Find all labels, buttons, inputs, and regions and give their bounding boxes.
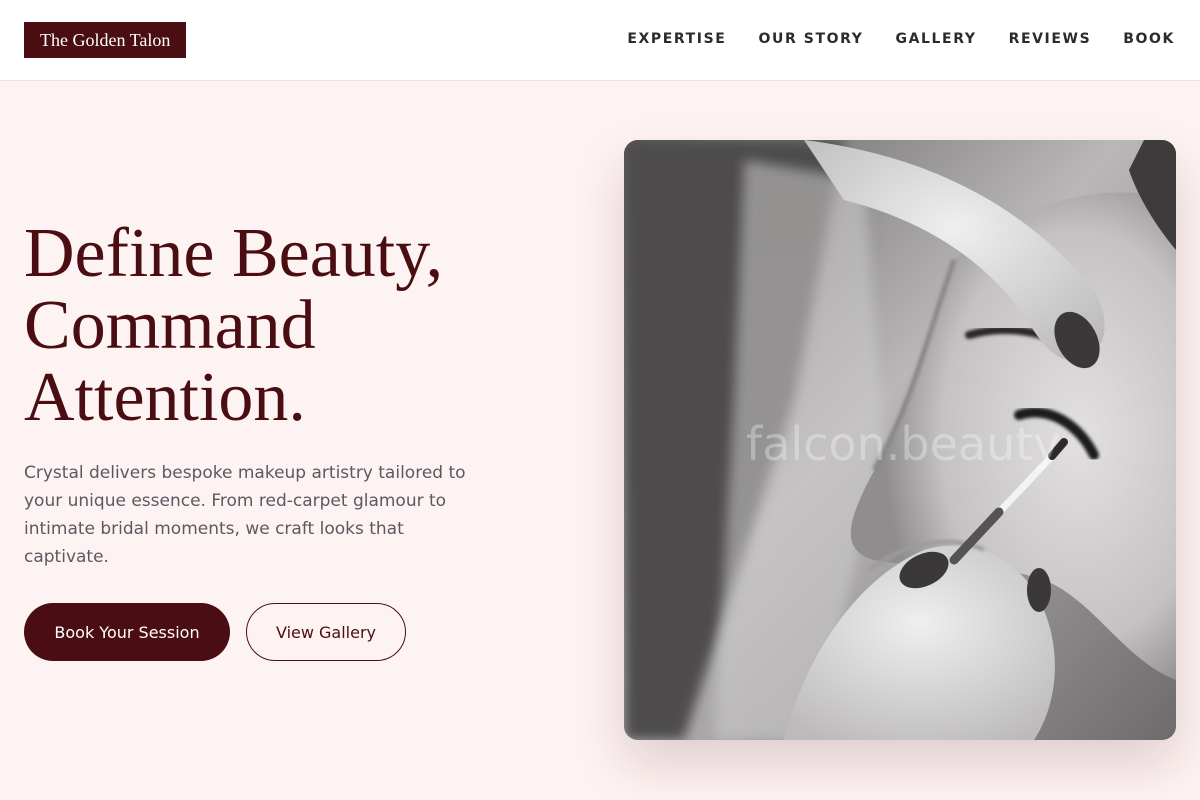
hero-title-line-1: Define Beauty, xyxy=(24,215,444,292)
hero-title-line-2: Command xyxy=(24,287,316,364)
brand-logo[interactable]: The Golden Talon xyxy=(24,22,187,58)
hero-title-line-3: Attention. xyxy=(24,359,306,436)
nav-link-reviews[interactable]: REVIEWS xyxy=(1009,29,1092,49)
view-gallery-button[interactable]: View Gallery xyxy=(246,603,406,661)
book-session-button[interactable]: Book Your Session xyxy=(24,603,230,661)
hero-title: Define Beauty, Command Attention. xyxy=(24,218,544,434)
nav-link-book[interactable]: BOOK xyxy=(1123,29,1175,49)
nav-link-our-story[interactable]: OUR STORY xyxy=(758,29,863,49)
nav-link-gallery[interactable]: GALLERY xyxy=(895,29,976,49)
top-navigation-bar: The Golden Talon EXPERTISE OUR STORY GAL… xyxy=(0,0,1200,81)
hero-photo: falcon.beauty xyxy=(624,140,1176,740)
main-nav: EXPERTISE OUR STORY GALLERY REVIEWS BOOK xyxy=(627,29,1175,49)
hero-description: Crystal delivers bespoke makeup artistry… xyxy=(24,463,466,567)
nav-link-expertise[interactable]: EXPERTISE xyxy=(627,29,726,49)
photo-watermark: falcon.beauty xyxy=(746,417,1061,471)
